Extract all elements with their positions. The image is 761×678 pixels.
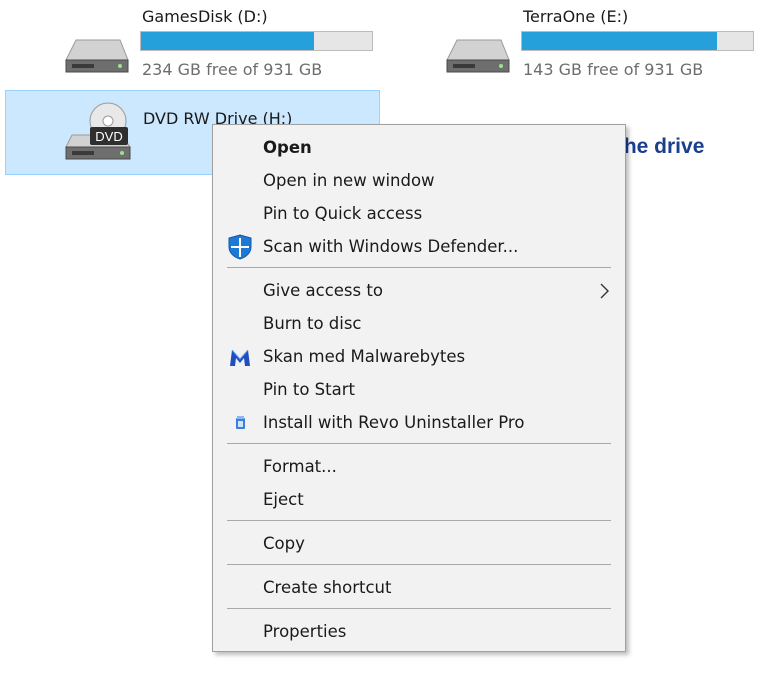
windows-defender-shield-icon <box>228 234 252 260</box>
menu-item-eject[interactable]: Eject <box>213 483 625 516</box>
capacity-bar <box>140 31 373 51</box>
dvd-drive-icon: DVD <box>65 102 131 160</box>
menu-item-label: Open in new window <box>263 171 435 190</box>
drive-tile-e[interactable]: TerraOne (E:) 143 GB free of 931 GB <box>381 0 761 88</box>
drive-name: TerraOne (E:) <box>523 7 629 26</box>
menu-separator <box>227 267 611 268</box>
menu-separator <box>227 443 611 444</box>
menu-item-copy[interactable]: Copy <box>213 527 625 560</box>
menu-separator <box>227 608 611 609</box>
menu-item-label: Pin to Quick access <box>263 204 423 223</box>
menu-item-open-new-window[interactable]: Open in new window <box>213 164 625 197</box>
menu-item-create-shortcut[interactable]: Create shortcut <box>213 571 625 604</box>
capacity-bar-fill <box>141 32 315 50</box>
menu-item-format[interactable]: Format... <box>213 450 625 483</box>
context-menu: Open Open in new window Pin to Quick acc… <box>212 124 626 652</box>
menu-item-label: Pin to Start <box>263 380 355 399</box>
capacity-bar <box>521 31 754 51</box>
capacity-bar-fill <box>522 32 718 50</box>
malwarebytes-icon <box>230 349 250 366</box>
hard-drive-icon <box>446 39 510 73</box>
menu-item-label: Install with Revo Uninstaller Pro <box>263 413 525 432</box>
menu-item-install-revo[interactable]: Install with Revo Uninstaller Pro <box>213 406 625 439</box>
dvd-badge-text: DVD <box>95 129 122 144</box>
chevron-right-icon <box>600 283 609 299</box>
menu-item-label: Scan with Windows Defender... <box>263 237 519 256</box>
menu-item-label: Create shortcut <box>263 578 392 597</box>
menu-item-burn-to-disc[interactable]: Burn to disc <box>213 307 625 340</box>
menu-item-properties[interactable]: Properties <box>213 615 625 648</box>
menu-item-label: Give access to <box>263 281 383 300</box>
menu-item-pin-to-start[interactable]: Pin to Start <box>213 373 625 406</box>
menu-item-label: Burn to disc <box>263 314 362 333</box>
free-space-text: 143 GB free of 931 GB <box>523 60 704 79</box>
menu-item-label: Copy <box>263 534 305 553</box>
menu-item-open[interactable]: Open <box>213 131 625 164</box>
menu-item-scan-defender[interactable]: Scan with Windows Defender... <box>213 230 625 263</box>
menu-item-label: Skan med Malwarebytes <box>263 347 466 366</box>
menu-separator <box>227 564 611 565</box>
menu-item-give-access[interactable]: Give access to <box>213 274 625 307</box>
menu-separator <box>227 520 611 521</box>
drive-name: GamesDisk (D:) <box>142 7 268 26</box>
menu-item-label: Eject <box>263 490 304 509</box>
menu-item-scan-malwarebytes[interactable]: Skan med Malwarebytes <box>213 340 625 373</box>
drive-tile-d[interactable]: GamesDisk (D:) 234 GB free of 931 GB <box>0 0 380 88</box>
revo-uninstaller-icon <box>236 416 245 429</box>
menu-item-label: Format... <box>263 457 337 476</box>
menu-item-pin-quick-access[interactable]: Pin to Quick access <box>213 197 625 230</box>
menu-item-label: Open <box>263 138 312 157</box>
hard-drive-icon <box>65 39 129 73</box>
free-space-text: 234 GB free of 931 GB <box>142 60 323 79</box>
menu-item-label: Properties <box>263 622 347 641</box>
